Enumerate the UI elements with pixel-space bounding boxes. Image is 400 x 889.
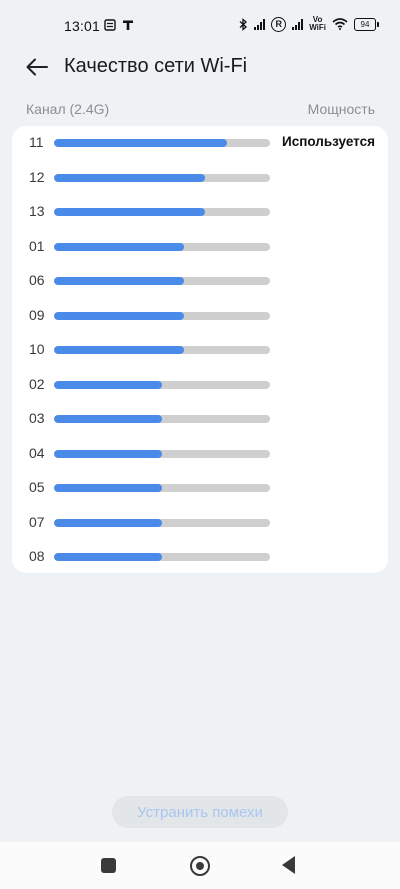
signal-strength-fill <box>54 346 184 354</box>
channel-list: 11 Используется 12 13 01 06 09 10 02 03 04 05 07 08 <box>12 126 388 573</box>
channel-number: 03 <box>29 410 45 426</box>
signal-strength-track <box>54 518 270 527</box>
channel-row[interactable]: 05 <box>12 476 388 500</box>
vowifi-icon: Vo WiFi <box>309 16 326 32</box>
signal-strength-fill <box>54 553 162 561</box>
channel-row[interactable]: 12 <box>12 166 388 190</box>
signal-1-icon <box>254 18 266 30</box>
sim-card-icon <box>104 19 116 31</box>
page-title: Качество сети Wi-Fi <box>64 55 248 77</box>
navigation-bar <box>0 842 400 889</box>
channel-number: 04 <box>29 444 45 461</box>
channel-number: 06 <box>29 272 45 288</box>
channel-row[interactable]: 10 <box>12 338 388 362</box>
signal-strength-fill <box>54 380 162 389</box>
channel-number: 08 <box>29 548 45 564</box>
fix-interference-button[interactable]: Устранить помехи <box>112 796 288 828</box>
channel-number: 12 <box>29 168 45 185</box>
vowifi-bottom-label: WiFi <box>309 23 326 32</box>
signal-strength-fill <box>54 208 206 216</box>
channel-row[interactable]: 03 <box>12 407 388 431</box>
channel-number: 09 <box>29 306 45 323</box>
signal-strength-track <box>54 380 270 389</box>
signal-strength-track <box>54 139 270 147</box>
signal-strength-track <box>54 449 270 458</box>
status-bar: 13:01 R Vo WiFi 94 <box>0 0 400 50</box>
signal-strength-fill <box>54 449 162 458</box>
recent-apps-square-icon[interactable] <box>101 858 116 873</box>
back-button[interactable] <box>22 52 52 82</box>
channel-row[interactable]: 02 <box>12 373 388 397</box>
signal-strength-fill <box>54 518 162 527</box>
signal-strength-fill <box>54 311 184 320</box>
power-column-label: Мощность <box>307 101 375 117</box>
signal-strength-fill <box>54 277 184 285</box>
channel-row[interactable]: 11 Используется <box>12 131 388 155</box>
status-left-icons <box>104 19 134 31</box>
home-circle-icon[interactable] <box>190 856 210 876</box>
signal-strength-track <box>54 277 270 285</box>
channel-column-label: Канал (2.4G) <box>26 101 110 117</box>
back-triangle-icon[interactable] <box>282 856 295 874</box>
channel-row[interactable]: 09 <box>12 304 388 328</box>
channel-row[interactable]: 04 <box>12 442 388 466</box>
arrow-left-icon <box>26 58 48 76</box>
in-use-label: Используется <box>282 134 376 149</box>
channel-row[interactable]: 06 <box>12 269 388 293</box>
channel-number: 05 <box>29 479 45 495</box>
signal-strength-track <box>54 242 270 251</box>
channel-row[interactable]: 01 <box>12 235 388 259</box>
signal-strength-fill <box>54 139 227 147</box>
signal-strength-fill <box>54 415 162 423</box>
channel-number: 13 <box>29 203 45 219</box>
wifi-icon <box>332 18 348 30</box>
signal-strength-fill <box>54 173 206 182</box>
signal-strength-track <box>54 484 270 492</box>
signal-strength-track <box>54 553 270 561</box>
channel-row[interactable]: 07 <box>12 511 388 535</box>
signal-strength-fill <box>54 242 184 251</box>
signal-strength-track <box>54 311 270 320</box>
channel-row[interactable]: 08 <box>12 545 388 569</box>
channel-row[interactable]: 13 <box>12 200 388 224</box>
text-t-icon <box>123 20 133 30</box>
signal-strength-track <box>54 173 270 182</box>
signal-strength-track <box>54 415 270 423</box>
channel-number: 10 <box>29 341 45 357</box>
battery-icon: 94 <box>354 17 379 31</box>
signal-2-icon <box>292 18 304 30</box>
signal-strength-track <box>54 346 270 354</box>
status-right-icons: R Vo WiFi 94 <box>239 16 379 32</box>
bluetooth-icon <box>239 17 248 31</box>
signal-strength-track <box>54 208 270 216</box>
channel-number: 02 <box>29 375 45 392</box>
channel-number: 07 <box>29 513 45 530</box>
roaming-icon: R <box>271 16 287 32</box>
channel-number: 11 <box>29 134 44 150</box>
channel-number: 01 <box>29 237 45 254</box>
signal-strength-fill <box>54 484 162 492</box>
status-time: 13:01 <box>64 18 101 34</box>
